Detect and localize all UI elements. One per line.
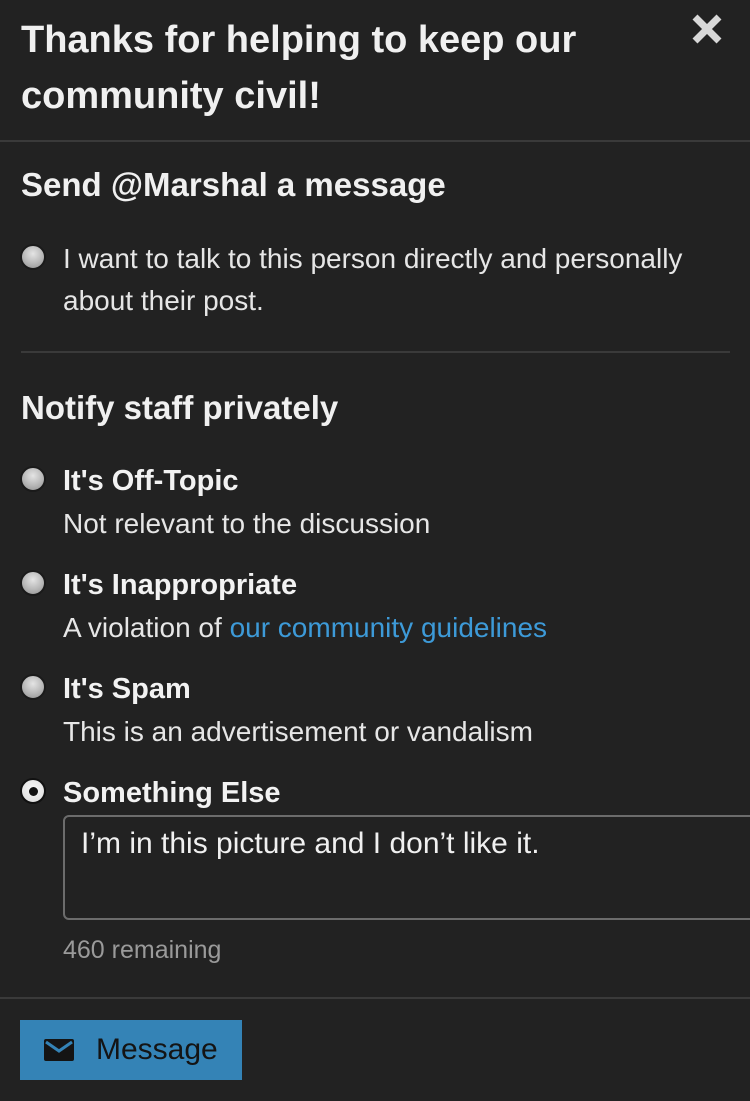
something-else-title: Something Else	[63, 777, 281, 809]
remaining-count: 460 remaining	[63, 936, 222, 964]
radio-send-message[interactable]	[20, 244, 46, 270]
inappropriate-title: It's Inappropriate	[63, 569, 298, 601]
radio-off-topic[interactable]	[20, 466, 46, 492]
dialog-title: Thanks for helping to keep our community…	[21, 19, 577, 117]
inappropriate-description-prefix: A violation of	[63, 612, 230, 643]
dialog-header: Thanks for helping to keep our community…	[0, 0, 750, 142]
send-message-heading: Send @Marshal a message	[21, 166, 446, 203]
footer-divider	[0, 997, 750, 999]
off-topic-description: Not relevant to the discussion	[63, 508, 431, 539]
message-textarea[interactable]: I’m in this picture and I don’t like it.	[63, 815, 750, 920]
message-button-label: Message	[96, 1033, 218, 1066]
spam-description: This is an advertisement or vandalism	[63, 716, 533, 747]
message-button[interactable]: Message	[20, 1020, 242, 1080]
close-button[interactable]	[686, 8, 728, 50]
envelope-icon	[44, 1038, 74, 1062]
spam-title: It's Spam	[63, 673, 191, 705]
section-divider	[21, 351, 730, 353]
community-guidelines-link[interactable]: our community guidelines	[230, 612, 548, 643]
send-message-option-text: I want to talk to this person directly a…	[63, 243, 683, 316]
radio-inappropriate[interactable]	[20, 570, 46, 596]
inappropriate-description: A violation of our community guidelines	[63, 612, 547, 644]
radio-something-else[interactable]	[20, 778, 46, 804]
off-topic-title: It's Off-Topic	[63, 465, 239, 497]
notify-staff-heading: Notify staff privately	[21, 389, 339, 426]
close-icon	[692, 14, 722, 44]
radio-spam[interactable]	[20, 674, 46, 700]
